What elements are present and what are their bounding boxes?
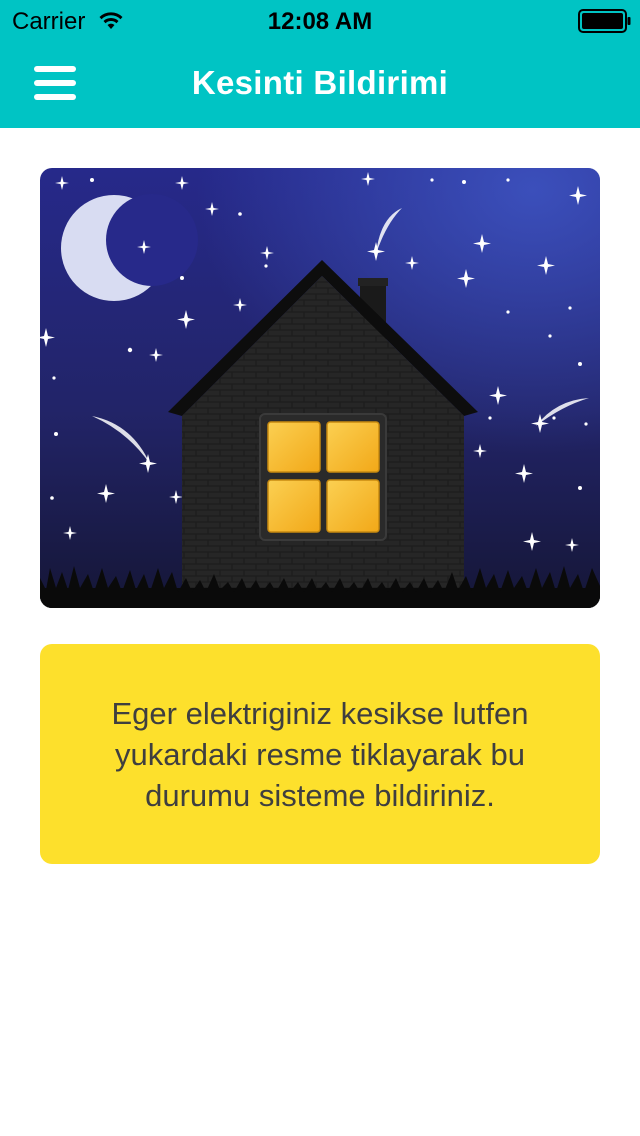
status-time: 12:08 AM: [267, 8, 373, 35]
nav-header: Carrier 12:08 AM Kesinti Bildirimi: [0, 0, 640, 128]
battery-icon: [578, 9, 631, 33]
info-message: Eger elektriginiz kesikse lutfen yukarda…: [111, 695, 529, 813]
night-house-illustration[interactable]: [40, 168, 600, 608]
page-title: Kesinti Bildirimi: [191, 64, 449, 101]
night-house-svg: [40, 168, 600, 608]
status-bar: Carrier 12:08 AM: [0, 0, 640, 40]
lit-window: [259, 413, 387, 541]
info-box: Eger elektriginiz kesikse lutfen yukarda…: [40, 644, 600, 864]
